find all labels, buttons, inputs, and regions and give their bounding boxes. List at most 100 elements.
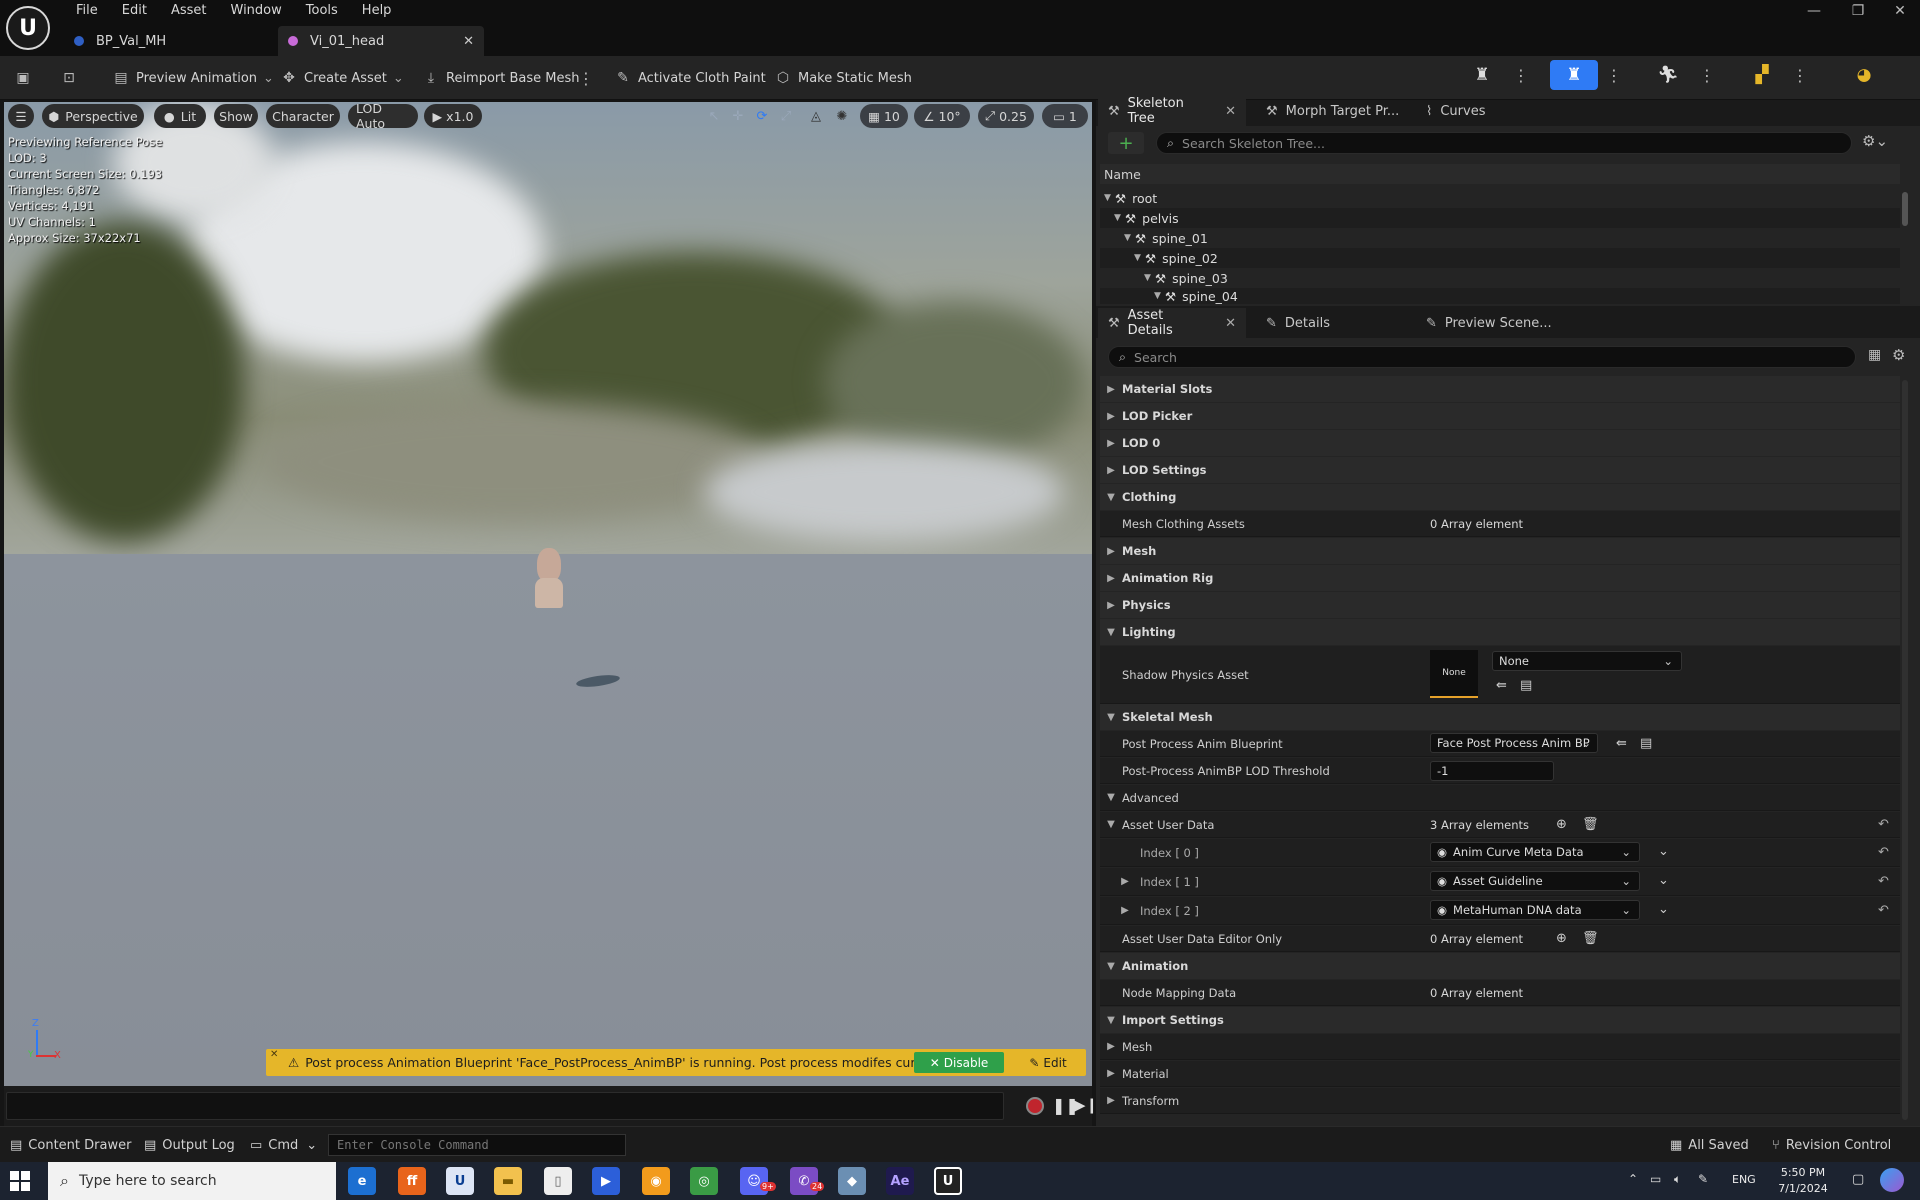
reset-icon[interactable]: ↶ [1878, 817, 1889, 832]
copilot-icon[interactable] [1880, 1168, 1904, 1192]
windows-start-icon[interactable] [10, 1171, 30, 1191]
tab-curves[interactable]: ⌇ Curves [1416, 96, 1516, 126]
video-app-icon[interactable]: ▶ [592, 1167, 620, 1195]
menu-help[interactable]: Help [350, 0, 404, 22]
surface-snap-icon[interactable]: ✺ [830, 104, 854, 128]
rotate-icon[interactable]: ⟳ [750, 104, 774, 128]
unreal-logo-icon[interactable]: U [6, 6, 50, 50]
chrome-icon[interactable]: ◎ [690, 1167, 718, 1195]
scrollbar[interactable] [1902, 192, 1908, 226]
menu-file[interactable]: File [64, 0, 110, 22]
camera-speed-button[interactable]: ▭ 1 [1042, 104, 1088, 128]
bone-row-spine-03[interactable]: ▼ ⚒ spine_03 [1100, 268, 1900, 288]
row-import-transform[interactable]: ▶ Transform [1100, 1088, 1900, 1114]
language-indicator[interactable]: ENG [1732, 1173, 1756, 1186]
index-1-combo[interactable]: ◉ Asset Guideline ⌄ [1430, 871, 1640, 891]
after-effects-icon[interactable]: Ae [886, 1167, 914, 1195]
console-input[interactable]: Enter Console Command [328, 1134, 626, 1156]
app-icon[interactable]: ◆ [838, 1167, 866, 1195]
skeleton-search-input[interactable]: ⌕ Search Skeleton Tree... [1156, 132, 1852, 154]
cloth-paint-button[interactable]: ✎ Activate Cloth Paint [614, 56, 766, 100]
category-physics[interactable]: ▶ Physics [1100, 592, 1900, 618]
category-animation-rig[interactable]: ▶ Animation Rig [1100, 565, 1900, 591]
reset-icon[interactable]: ↶ [1878, 845, 1889, 860]
restore-icon[interactable]: ❐ [1836, 0, 1880, 22]
browse-icon[interactable]: ▤ [1520, 678, 1532, 693]
disable-button[interactable]: ✕ Disable [914, 1052, 1004, 1073]
asset-thumbnail[interactable]: None [1430, 650, 1478, 698]
blueprint-mode-icon[interactable]: ▞ [1738, 60, 1786, 90]
create-asset-button[interactable]: ✥ Create Asset ⌄ [280, 56, 404, 100]
tab-asset-details[interactable]: ⚒ Asset Details ✕ [1098, 308, 1246, 338]
viewport[interactable]: ☰ ⬢ Perspective ● Lit Show Character LOD A… [4, 102, 1092, 1086]
record-icon[interactable] [1026, 1097, 1044, 1115]
dismiss-icon[interactable]: ✕ [270, 1049, 278, 1060]
taskbar-search-input[interactable]: ⌕ Type here to search [48, 1162, 336, 1200]
category-animation[interactable]: ▼ Animation [1100, 953, 1900, 979]
scale-icon[interactable]: ⤢ [774, 104, 798, 128]
post-process-combo[interactable]: Face Post Process Anim BP ⌄ [1430, 733, 1598, 753]
add-icon[interactable]: + [1108, 132, 1144, 154]
chevron-down-icon[interactable]: ⌄ [1658, 873, 1669, 888]
reimport-button[interactable]: ⤓ Reimport Base Mesh [422, 56, 580, 100]
show-button[interactable]: Show [214, 104, 258, 128]
content-drawer-button[interactable]: ▤ Content Drawer [10, 1127, 131, 1163]
clock[interactable]: 5:50 PM 7/1/2024 [1768, 1165, 1838, 1197]
expand-icon[interactable]: ▶ [1114, 876, 1136, 887]
browse-icon[interactable]: ▤ [1640, 736, 1652, 751]
blender-icon[interactable]: ◉ [642, 1167, 670, 1195]
pen-icon[interactable]: ✎ [1698, 1172, 1708, 1186]
shadow-physics-combo[interactable]: None ⌄ [1492, 651, 1682, 671]
bone-row-spine-04[interactable]: ▼ ⚒ spine_04 [1100, 288, 1900, 304]
firefox-icon[interactable]: ff [398, 1167, 426, 1195]
edge-icon[interactable]: e [348, 1167, 376, 1195]
upwork-icon[interactable]: U [446, 1167, 474, 1195]
category-mesh[interactable]: ▶ Mesh [1100, 538, 1900, 564]
close-icon[interactable]: ✕ [1225, 104, 1236, 119]
step-forward-icon[interactable]: ▶❙ [1074, 1096, 1098, 1114]
category-lod-picker[interactable]: ▶ LOD Picker [1100, 403, 1900, 429]
delete-icon[interactable]: 🗑︎ [1582, 931, 1599, 946]
bone-row-spine-02[interactable]: ▼ ⚒ spine_02 [1100, 248, 1900, 268]
perspective-button[interactable]: ⬢ Perspective [42, 104, 144, 128]
browse-icon[interactable]: ⊡ [60, 56, 84, 100]
menu-window[interactable]: Window [219, 0, 294, 22]
category-clothing[interactable]: ▼ Clothing [1100, 484, 1900, 510]
menu-tools[interactable]: Tools [294, 0, 350, 22]
network-icon[interactable]: ▭ [1650, 1172, 1661, 1186]
table-view-icon[interactable]: ▦ [1868, 347, 1881, 363]
use-selected-icon[interactable]: ⇚ [1496, 678, 1507, 693]
tab-details[interactable]: ✎ Details [1256, 308, 1376, 338]
category-lod0[interactable]: ▶ LOD 0 [1100, 430, 1900, 456]
mesh-mode-icon[interactable]: ♜ [1550, 60, 1598, 90]
preview-animation-button[interactable]: ▤ Preview Animation ⌄ [112, 56, 274, 100]
notepad-icon[interactable]: ▯ [544, 1167, 572, 1195]
menu-edit[interactable]: Edit [110, 0, 159, 22]
delete-icon[interactable]: 🗑︎ [1582, 817, 1599, 832]
select-icon[interactable]: ↖ [702, 104, 726, 128]
edit-button[interactable]: ✎ Edit [1018, 1052, 1078, 1073]
all-saved-button[interactable]: ▦ All Saved [1670, 1127, 1749, 1163]
mode-more-icon[interactable]: ⋮ [1792, 60, 1808, 90]
bone-row-root[interactable]: ▼ ⚒ root [1100, 188, 1900, 208]
animation-mode-icon[interactable]: 🏃︎ [1644, 60, 1692, 90]
row-import-mesh[interactable]: ▶ Mesh [1100, 1034, 1900, 1060]
details-scrollbar[interactable] [1902, 380, 1908, 1120]
index-0-combo[interactable]: ◉ Anim Curve Meta Data ⌄ [1430, 842, 1640, 862]
hamburger-icon[interactable]: ☰ [8, 104, 34, 128]
mode-more-icon[interactable]: ⋮ [1606, 60, 1622, 90]
mode-more-icon[interactable]: ⋮ [1513, 60, 1529, 90]
lod-threshold-input[interactable]: -1 [1430, 761, 1554, 781]
timeline-scrubber[interactable] [6, 1092, 1004, 1120]
category-skeletal-mesh[interactable]: ▼ Skeletal Mesh [1100, 704, 1900, 730]
bone-row-spine-01[interactable]: ▼ ⚒ spine_01 [1100, 228, 1900, 248]
details-search-input[interactable]: ⌕ Search [1108, 346, 1856, 368]
cmd-dropdown[interactable]: ▭ Cmd ⌄ [250, 1127, 317, 1163]
bone-row-pelvis[interactable]: ▼ ⚒ pelvis [1100, 208, 1900, 228]
physics-mode-icon[interactable]: ◕ [1840, 60, 1888, 90]
play-speed-button[interactable]: ▶ x1.0 [424, 104, 482, 128]
folder-icon[interactable]: ▬ [494, 1167, 522, 1195]
close-window-icon[interactable]: ✕ [1878, 0, 1920, 22]
tab-skeleton-tree[interactable]: ⚒ Skeleton Tree ✕ [1098, 96, 1246, 126]
translate-icon[interactable]: ✛ [726, 104, 750, 128]
